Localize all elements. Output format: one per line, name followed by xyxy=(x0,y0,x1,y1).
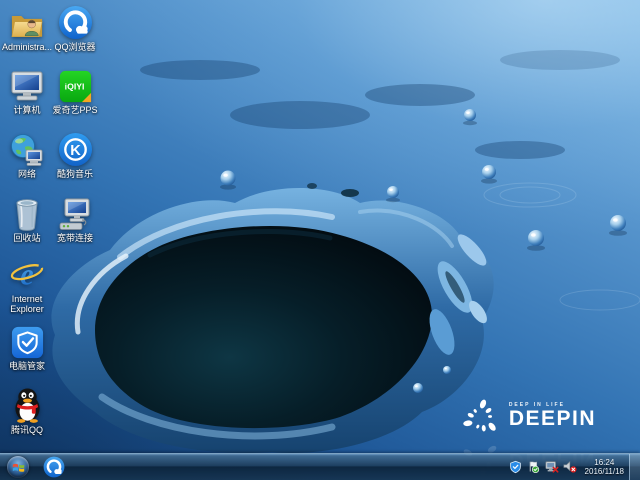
water-droplets xyxy=(220,109,627,393)
recycle-bin-icon xyxy=(13,195,41,231)
qq-browser-icon xyxy=(43,456,65,478)
desktop-icon-network[interactable]: 网络 xyxy=(1,131,53,179)
icon-label: 回收站 xyxy=(13,233,41,243)
icon-label: 爱奇艺PPS xyxy=(52,105,98,115)
desktop-icon-qq-browser[interactable]: QQ浏览器 xyxy=(49,4,101,52)
broadband-connection-icon xyxy=(58,195,92,231)
desktop-icon-pc-manager[interactable]: 电脑管家 xyxy=(1,323,53,371)
icon-label: 电脑管家 xyxy=(8,361,45,371)
desktop-icon-recycle-bin[interactable]: 回收站 xyxy=(1,195,53,243)
svg-text:e: e xyxy=(20,258,33,291)
start-button[interactable] xyxy=(7,456,29,478)
pc-manager-icon xyxy=(11,323,44,359)
brand-name: DEEPIN xyxy=(508,407,596,430)
desktop-icon-internet-explorer[interactable]: e Internet Explorer xyxy=(1,256,53,314)
user-folder-icon xyxy=(10,4,44,40)
svg-text:iQIYI: iQIYI xyxy=(64,81,84,91)
icon-label: Administra... xyxy=(1,42,52,52)
icon-label: Internet Explorer xyxy=(10,294,44,314)
system-tray xyxy=(509,460,577,475)
qq-browser-icon xyxy=(58,4,93,40)
computer-icon xyxy=(10,67,44,103)
taskbar-qq-browser-button[interactable] xyxy=(42,455,66,479)
deepin-branding: DEEP IN LIFE DEEPIN xyxy=(461,394,596,438)
svg-text:K: K xyxy=(70,143,81,159)
brand-tagline: DEEP IN LIFE xyxy=(508,402,565,408)
desktop-icon-kugou-music[interactable]: K 酷狗音乐 xyxy=(49,131,101,179)
deepin-logo-icon xyxy=(463,399,496,432)
desktop-icon-administrator[interactable]: Administra... xyxy=(1,4,53,52)
icon-label: 腾讯QQ xyxy=(10,425,43,435)
icon-label: 网络 xyxy=(17,169,36,179)
show-desktop-button[interactable] xyxy=(629,454,640,480)
qq-penguin-icon xyxy=(12,387,43,423)
clock-time: 16:24 xyxy=(594,458,615,467)
internet-explorer-icon: e xyxy=(9,256,45,292)
icon-label: 酷狗音乐 xyxy=(56,169,93,179)
network-disconnected-icon[interactable] xyxy=(545,460,559,475)
windows-flag-icon xyxy=(12,463,24,472)
clock-date: 2016/11/18 xyxy=(584,467,624,476)
desktop-icon-computer[interactable]: 计算机 xyxy=(1,67,53,115)
desktop: DEEP IN LIFE DEEPIN DEEPIN Administra... xyxy=(0,0,640,480)
network-globe-icon xyxy=(10,131,44,167)
taskbar: 16:24 2016/11/18 xyxy=(0,453,640,480)
taskbar-clock[interactable]: 16:24 2016/11/18 xyxy=(585,458,624,476)
iqiyi-icon: iQIYI xyxy=(59,67,92,103)
kugou-icon: K xyxy=(58,131,93,167)
volume-muted-icon[interactable] xyxy=(563,460,577,475)
icon-label: QQ浏览器 xyxy=(54,42,96,52)
action-center-flag-icon[interactable] xyxy=(527,460,541,475)
icon-label: 计算机 xyxy=(13,105,41,115)
pc-manager-tray-icon[interactable] xyxy=(509,460,523,475)
icon-label: 宽带连接 xyxy=(56,233,93,243)
desktop-icon-iqiyi-pps[interactable]: iQIYI 爱奇艺PPS xyxy=(49,67,101,115)
desktop-icon-tencent-qq[interactable]: 腾讯QQ xyxy=(1,387,53,435)
desktop-icon-broadband[interactable]: 宽带连接 xyxy=(49,195,101,243)
